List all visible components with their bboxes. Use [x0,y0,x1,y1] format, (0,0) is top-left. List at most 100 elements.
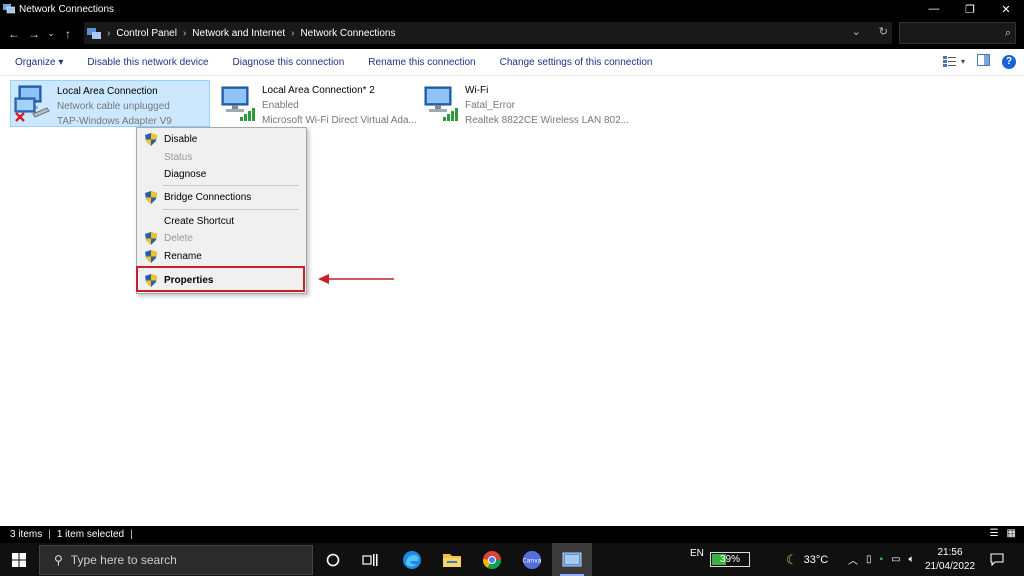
menu-item-disable[interactable]: Disable [137,131,306,148]
canva-taskbar-button[interactable]: Canva [512,543,552,576]
wifi-direct-adapter-icon [218,83,258,123]
status-separator: | [130,529,133,540]
restore-button[interactable]: ❐ [952,0,988,18]
status-separator: | [48,529,51,540]
view-options-icon[interactable]: ▾ [942,55,965,68]
network-status-icon[interactable]: ▪ [880,554,884,565]
breadcrumb-control-panel[interactable]: Control Panel [116,28,177,39]
uac-shield-icon [145,133,157,146]
notifications-button[interactable] [990,543,1004,576]
connection-status: Network cable unplugged [57,101,170,112]
organize-button[interactable]: Organize ▾ [15,57,63,68]
breadcrumb-network-and-internet[interactable]: Network and Internet [192,28,285,39]
windows-logo-icon [12,552,26,567]
uac-shield-icon [145,191,157,204]
connection-name: Local Area Connection* 2 [262,85,375,96]
properties-highlight-box [136,266,305,292]
ethernet-adapter-icon [13,84,53,124]
edge-taskbar-button[interactable] [392,543,432,576]
taskbar: ⚲ Type here to search Canva EN 39% ☾ 33°… [0,543,1024,576]
address-box[interactable]: › Control Panel › Network and Internet ›… [84,22,892,44]
address-dropdown-icon[interactable]: ⌄ [852,25,861,38]
chrome-icon [483,550,501,569]
uac-shield-icon [145,232,157,245]
battery-small-icon[interactable]: ▭ [891,554,900,565]
connection-wifi[interactable]: Wi-Fi Fatal_Error Realtek 8822CE Wireles… [419,80,629,127]
search-box[interactable]: ⌕ [899,22,1016,44]
status-bar: 3 items | 1 item selected | ☰ ▦ [0,526,1024,543]
preview-pane-icon[interactable] [977,54,990,69]
breadcrumb-separator: › [182,27,187,39]
volume-icon[interactable]: 🔈︎ [909,554,915,565]
start-button[interactable] [0,543,38,576]
connection-name: Local Area Connection [57,86,158,97]
disable-device-button[interactable]: Disable this network device [87,57,208,68]
connection-name: Wi-Fi [465,85,489,96]
menu-item-create-shortcut[interactable]: Create Shortcut [137,213,306,230]
connection-local-area-2[interactable]: Local Area Connection* 2 Enabled Microso… [216,80,417,127]
diagnose-button[interactable]: Diagnose this connection [233,57,345,68]
chrome-taskbar-button[interactable] [472,543,512,576]
notification-icon [990,553,1004,566]
cortana-circle-icon [326,553,340,566]
search-icon: ⌕ [1004,27,1011,39]
file-explorer-icon [443,553,461,567]
selected-count: 1 item selected [56,529,125,540]
moon-cloud-icon: ☾ [786,551,798,567]
clock[interactable]: 21:56 21/04/2022 [920,546,980,574]
rename-button[interactable]: Rename this connection [368,57,475,68]
menu-separator [163,209,299,210]
search-icon: ⚲ [54,553,63,567]
menu-item-bridge-connections[interactable]: Bridge Connections [137,189,306,206]
weather-temperature: 33°C [803,553,829,566]
back-arrow-icon[interactable]: ← [4,24,24,44]
tiles-view-icon[interactable]: ▦ [1007,528,1016,539]
language-indicator[interactable]: EN [690,537,704,570]
connection-status: Enabled [262,100,299,111]
system-tray: ︿ ▯ ▪ ▭ 🔈︎ [848,543,915,576]
annotation-arrow-icon [318,274,394,284]
battery-percent: 39% [719,554,740,565]
device-icon[interactable]: ▯ [866,554,872,565]
menu-separator [163,185,299,186]
item-count: 3 items [10,529,43,540]
forward-arrow-icon[interactable]: → [24,24,44,44]
network-connections-icon [3,4,16,14]
command-bar: Organize ▾ Disable this network device D… [0,49,1024,76]
battery-indicator[interactable]: 39% [710,552,750,567]
details-view-icon[interactable]: ☰ [990,528,999,539]
recent-chevron-icon[interactable]: ⌄ [44,24,58,44]
uac-shield-icon [145,250,157,263]
network-connections-taskbar-button[interactable] [552,543,592,576]
menu-item-status[interactable]: Status [137,149,306,166]
connection-local-area[interactable]: Local Area Connection Network cable unpl… [10,80,210,127]
file-explorer-taskbar-button[interactable] [432,543,472,576]
connection-status: Fatal_Error [465,100,516,111]
taskbar-search[interactable]: ⚲ Type here to search [39,545,313,575]
menu-item-delete[interactable]: Delete [137,230,306,247]
connection-adapter: Microsoft Wi-Fi Direct Virtual Ada... [262,115,417,126]
wifi-adapter-icon [421,83,461,123]
breadcrumb-network-connections[interactable]: Network Connections [300,28,395,39]
clock-time: 21:56 [937,547,963,558]
close-button[interactable]: ✕ [988,0,1024,18]
change-settings-button[interactable]: Change settings of this connection [500,57,653,68]
breadcrumb-separator: › [291,27,295,39]
weather-widget[interactable]: ☾ 33°C [786,543,828,576]
window-title: Network Connections [19,3,115,15]
menu-item-rename[interactable]: Rename [137,248,306,265]
help-icon[interactable]: ? [1002,54,1016,69]
task-view-icon [362,553,378,566]
edge-icon [403,550,421,569]
menu-item-diagnose[interactable]: Diagnose [137,166,306,183]
show-hidden-icons-icon[interactable]: ︿ [848,552,858,567]
cortana-button[interactable] [313,543,353,576]
minimize-button[interactable]: — [916,0,952,18]
refresh-icon[interactable]: ↻ [879,25,888,38]
taskbar-search-placeholder: Type here to search [70,553,177,567]
task-view-button[interactable] [350,543,390,576]
title-bar: Network Connections — ❐ ✕ [0,0,1024,18]
canva-icon: Canva [523,550,542,569]
up-arrow-icon[interactable]: ↑ [58,24,78,44]
search-input[interactable] [900,23,995,43]
